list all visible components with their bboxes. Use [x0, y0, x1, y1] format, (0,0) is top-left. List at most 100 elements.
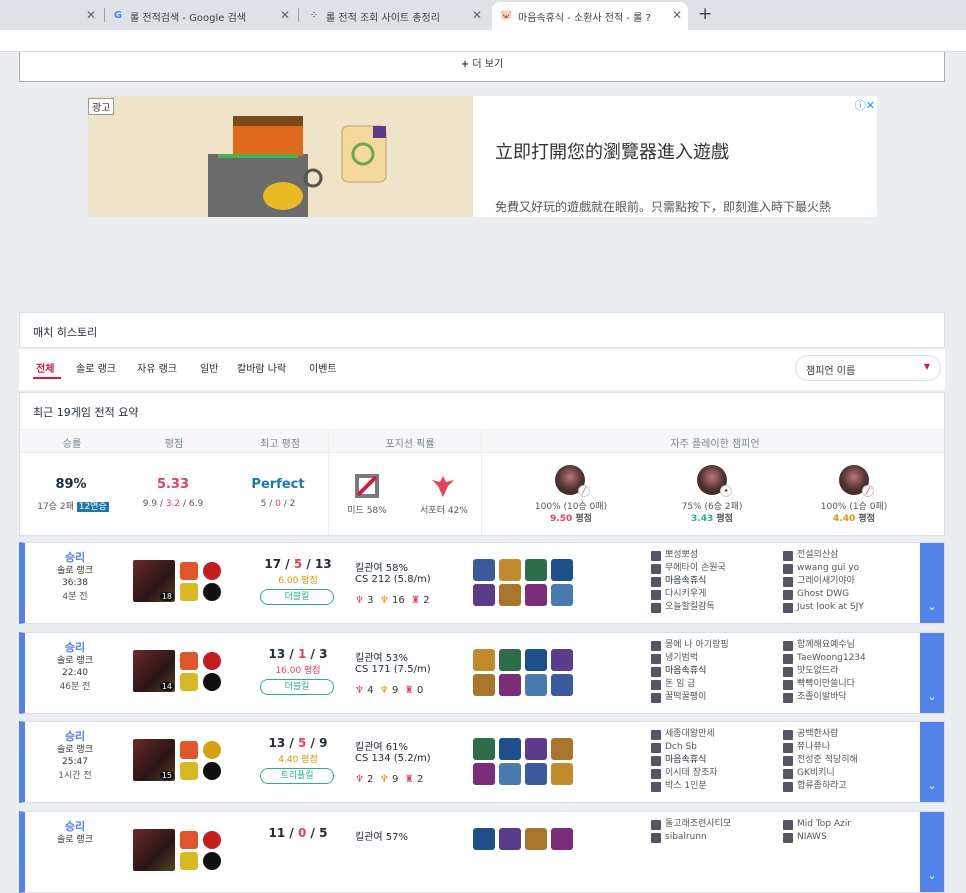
item-icon[interactable] [525, 738, 547, 760]
close-tab-icon[interactable]: ✕ [280, 8, 290, 22]
player-entry[interactable]: sibalrunn [651, 831, 731, 844]
player-entry[interactable]: Just look at SJY [783, 601, 864, 614]
player-entry[interactable]: 공백한사람 [783, 728, 858, 741]
expand-button[interactable]: ⌄ [920, 812, 944, 892]
player-entry[interactable]: 마음속휴식 [651, 754, 718, 767]
item-icon[interactable] [473, 828, 495, 850]
item-icon[interactable] [499, 649, 521, 671]
match-row[interactable]: 승리 솔로 랭크 25:47 1시간 전 15 13 / 5 / 9 4.40 평점 트리플킬… [19, 721, 945, 803]
player-entry[interactable]: 다시키우게 [651, 588, 726, 601]
player-entry[interactable]: wwang gui yo [783, 562, 864, 575]
summoner-spell-icon[interactable] [180, 852, 198, 870]
player-entry[interactable]: 돌고래조련사티모 [651, 818, 731, 831]
summoner-spell-icon[interactable] [180, 583, 198, 601]
player-entry[interactable]: 마음속휴식 [651, 665, 729, 678]
summoner-spell-icon[interactable] [180, 762, 198, 780]
item-icon[interactable] [499, 674, 521, 696]
player-entry[interactable]: 뽀성뽀성 [651, 549, 726, 562]
item-icon[interactable] [551, 738, 573, 760]
item-icon[interactable] [499, 559, 521, 581]
player-entry[interactable]: Dch Sb [651, 741, 718, 754]
player-entry[interactable]: 몽에 나 아기랑핑 [651, 639, 729, 652]
rune-secondary-icon[interactable] [203, 673, 221, 691]
summoner-spell-icon[interactable] [180, 673, 198, 691]
match-row[interactable]: 승리 솔로 랭크 36:38 4분 전 18 17 / 5 / 13 6.00 평점 더블킬 킬… [19, 542, 945, 624]
champion-portrait[interactable]: 15 [133, 739, 175, 781]
player-entry[interactable]: 쮸나쮸나 [783, 741, 858, 754]
item-icon[interactable] [551, 559, 573, 581]
player-entry[interactable]: 이시데 장조자 [651, 767, 718, 780]
player-entry[interactable]: GK비키니 [783, 767, 858, 780]
rune-primary-icon[interactable] [203, 741, 221, 759]
item-icon[interactable] [525, 559, 547, 581]
filter-normal[interactable]: 일반 [200, 360, 218, 375]
summoner-spell-icon[interactable] [180, 741, 198, 759]
item-icon[interactable] [473, 584, 495, 606]
player-entry[interactable]: 맛도없드라 [783, 665, 866, 678]
filter-solo[interactable]: 솔로 랭크 [76, 360, 116, 375]
summoner-spell-icon[interactable] [180, 831, 198, 849]
player-entry[interactable]: Mid Top Azir [783, 818, 851, 831]
rune-primary-icon[interactable] [203, 562, 221, 580]
item-icon[interactable] [499, 738, 521, 760]
player-entry[interactable]: TaeWoong1234 [783, 652, 866, 665]
new-tab-button[interactable]: + [698, 4, 712, 24]
item-icon[interactable] [473, 738, 495, 760]
rune-secondary-icon[interactable] [203, 583, 221, 601]
ad-banner[interactable]: 광고 立即打開您的瀏覽器進入遊戲 免費又好玩的遊戲就在眼前。只需點按下，即刻進入… [88, 96, 877, 217]
item-icon[interactable] [551, 674, 573, 696]
player-entry[interactable]: 전설의산삼 [783, 549, 864, 562]
champion-portrait[interactable]: 14 [133, 650, 175, 692]
player-entry[interactable]: 무에타이 손원국 [651, 562, 726, 575]
expand-button[interactable]: ⌄ [920, 722, 944, 802]
item-icon[interactable] [551, 649, 573, 671]
tab-google-search[interactable]: G 롤 전적검색 - Google 검색 ✕ [112, 2, 296, 30]
item-icon[interactable] [499, 763, 521, 785]
tab-summoner[interactable]: 🐷 마음속휴식 - 소환사 전적 - 롤 ? ✕ [492, 2, 688, 30]
champion-portrait[interactable] [133, 829, 175, 871]
item-icon[interactable] [473, 674, 495, 696]
player-entry[interactable]: 마음속휴식 [651, 575, 726, 588]
close-tab-0-icon[interactable]: ✕ [86, 8, 96, 22]
player-entry[interactable]: 세종대왕만세 [651, 728, 718, 741]
item-icon[interactable] [551, 763, 573, 785]
expand-button[interactable]: ⌄ [920, 633, 944, 713]
rune-secondary-icon[interactable] [203, 852, 221, 870]
rune-primary-icon[interactable] [203, 831, 221, 849]
player-entry[interactable]: 빡빡이만쓸니다 [783, 678, 866, 691]
champion-portrait[interactable]: 18 [133, 560, 175, 602]
player-entry[interactable]: 오늘할킬감독 [651, 601, 726, 614]
item-icon[interactable] [525, 763, 547, 785]
player-entry[interactable]: Ghost DWG [783, 588, 864, 601]
item-icon[interactable] [499, 828, 521, 850]
item-icon[interactable] [551, 584, 573, 606]
ad-close-icon[interactable]: ⓘ✕ [855, 97, 875, 113]
summoner-spell-icon[interactable] [180, 562, 198, 580]
item-icon[interactable] [525, 828, 547, 850]
player-entry[interactable]: 꿀떡꿀팽이 [651, 691, 729, 704]
player-entry[interactable]: 합류좀하라고 [783, 780, 858, 793]
player-entry[interactable]: 전성준 적당히해 [783, 754, 858, 767]
champion-search-select[interactable]: 챔피언 이름 ▼ [795, 355, 941, 381]
close-tab-icon[interactable]: ✕ [472, 8, 482, 22]
item-icon[interactable] [525, 649, 547, 671]
filter-aram[interactable]: 칼바람 나락 [237, 360, 286, 375]
ad-title[interactable]: 立即打開您的瀏覽器進入遊戲 [495, 138, 729, 164]
summoner-spell-icon[interactable] [180, 652, 198, 670]
tab-lol-sites[interactable]: ⁘ 롤 전적 조회 사이트 총정리 ✕ [308, 2, 488, 30]
match-row[interactable]: 승리 솔로 랭크 22:40 46분 전 14 13 / 1 / 3 16.00 평점 더블킬… [19, 632, 945, 714]
player-entry[interactable]: 돈 임 금 [651, 678, 729, 691]
item-icon[interactable] [551, 828, 573, 850]
player-entry[interactable]: 함께해요예수님 [783, 639, 866, 652]
item-icon[interactable] [525, 674, 547, 696]
player-entry[interactable]: NIAWS [783, 831, 851, 844]
filter-all[interactable]: 전체 [36, 360, 54, 375]
player-entry[interactable]: 냉기범벅 [651, 652, 729, 665]
close-tab-icon[interactable]: ✕ [672, 8, 682, 22]
more-button[interactable]: + 더 보기 [19, 52, 945, 82]
filter-flex[interactable]: 자유 랭크 [137, 360, 177, 375]
rune-secondary-icon[interactable] [203, 762, 221, 780]
item-icon[interactable] [473, 559, 495, 581]
filter-event[interactable]: 이벤트 [309, 360, 337, 375]
item-icon[interactable] [499, 584, 521, 606]
